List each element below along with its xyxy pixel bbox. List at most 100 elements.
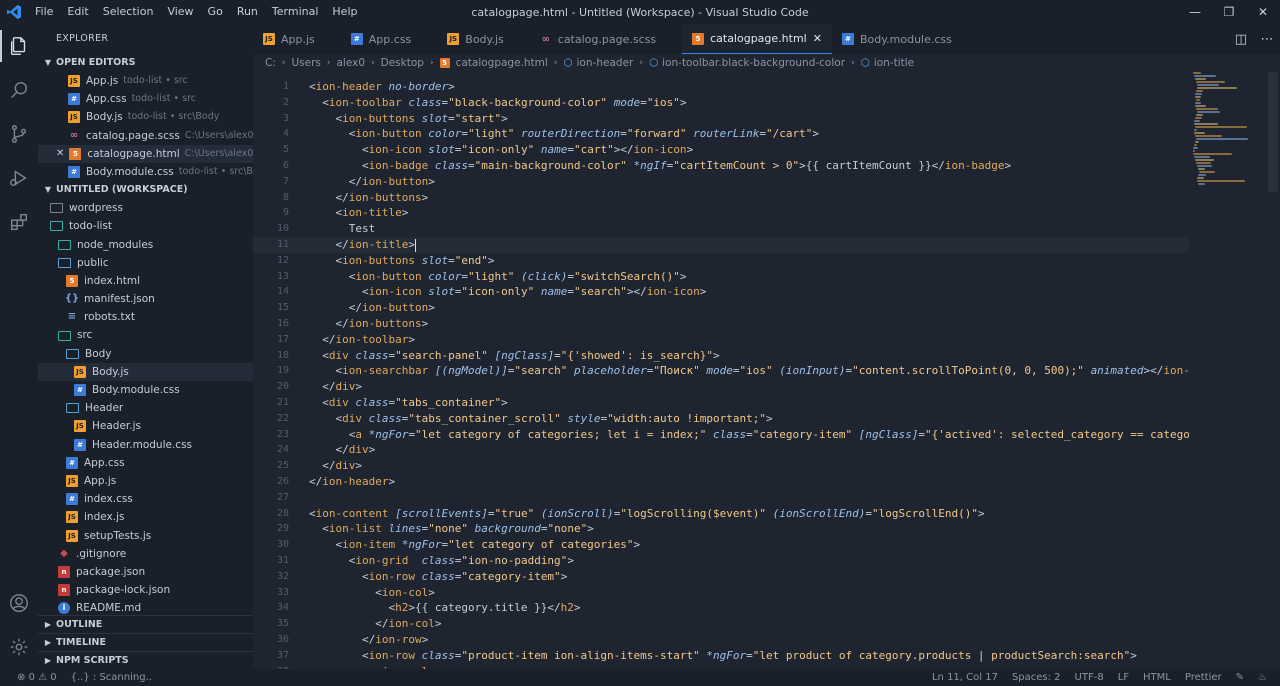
breadcrumb-item[interactable]: ion-header (577, 54, 634, 72)
close-icon[interactable]: ✕ (813, 32, 822, 45)
outline-section[interactable]: ▶ OUTLINE (38, 615, 253, 633)
tree-item[interactable]: # App.css (38, 454, 253, 472)
tree-item[interactable]: 5 index.html (38, 272, 253, 290)
tree-item-label: .gitignore (76, 547, 127, 560)
menu-edit[interactable]: Edit (60, 0, 95, 24)
tab-body-module-css[interactable]: # Body.module.css (832, 24, 978, 54)
settings-gear-icon[interactable] (0, 625, 38, 669)
tree-item[interactable]: node_modules (38, 236, 253, 254)
maximize-icon[interactable]: ❐ (1212, 0, 1246, 24)
menu-view[interactable]: View (160, 0, 200, 24)
tree-item[interactable]: ◆ .gitignore (38, 545, 253, 563)
more-actions-icon[interactable]: ⋯ (1254, 32, 1280, 47)
menu-terminal[interactable]: Terminal (265, 0, 326, 24)
tab-catalogpage-html[interactable]: 5 catalogpage.html ✕ (682, 24, 832, 54)
open-editor-item[interactable]: ∞ catalog.page.scss C:\Users\alex0\... (38, 127, 253, 145)
open-editors-section[interactable]: ▼ OPEN EDITORS (38, 54, 253, 72)
editor-scrollbar[interactable] (1266, 72, 1280, 669)
line-number: 11 (276, 239, 289, 250)
formatter[interactable]: Prettier (1178, 672, 1229, 683)
tab-catalog-page-scss[interactable]: ∞ catalog.page.scss (530, 24, 682, 54)
line-ending[interactable]: LF (1111, 672, 1136, 683)
close-window-icon[interactable]: ✕ (1246, 0, 1280, 24)
timeline-section[interactable]: ▶ TIMELINE (38, 633, 253, 651)
split-editor-icon[interactable]: ◫ (1228, 32, 1254, 47)
tree-item[interactable]: Body (38, 345, 253, 363)
tree-item[interactable]: n package.json (38, 563, 253, 581)
open-editor-item[interactable]: ✕ 5 catalogpage.html C:\Users\alex0\... (38, 144, 253, 163)
source-control-icon[interactable] (0, 112, 38, 156)
minimap-line (1197, 111, 1220, 113)
code-token: < (309, 506, 316, 520)
breadcrumb-item[interactable]: Desktop (381, 54, 424, 72)
npm-scripts-section[interactable]: ▶ NPM SCRIPTS (38, 651, 253, 669)
workspace-section[interactable]: ▼ UNTITLED (WORKSPACE) (38, 181, 253, 199)
tree-item[interactable]: # Body.module.css (38, 381, 253, 399)
code-token: (ionScroll) (540, 506, 614, 520)
notifications-icon[interactable]: ♨ (1251, 672, 1274, 683)
open-editor-item[interactable]: # Body.module.css todo-list • src\Bo... (38, 163, 253, 181)
code-token: ></ (1143, 364, 1164, 378)
open-editor-item[interactable]: # App.css todo-list • src (38, 90, 253, 108)
open-editor-name: App.css (86, 93, 127, 106)
indentation[interactable]: Spaces: 2 (1005, 672, 1068, 683)
run-debug-icon[interactable] (0, 156, 38, 200)
menu-help[interactable]: Help (325, 0, 364, 24)
open-editor-item[interactable]: JS Body.js todo-list • src\Body (38, 108, 253, 126)
tree-item[interactable]: JS Body.js (38, 362, 253, 381)
tree-item[interactable]: {} manifest.json (38, 290, 253, 308)
breadcrumb-item[interactable]: Users (291, 54, 320, 72)
tree-item[interactable]: JS index.js (38, 508, 253, 526)
search-icon[interactable] (0, 68, 38, 112)
menu-file[interactable]: File (28, 0, 60, 24)
tree-item-label: node_modules (77, 238, 154, 251)
tree-item[interactable]: JS App.js (38, 472, 253, 490)
tree-item[interactable]: # index.css (38, 490, 253, 508)
language-mode[interactable]: HTML (1136, 672, 1178, 683)
task-status[interactable]: {..} : Scanning.. (64, 672, 159, 683)
breadcrumb-item[interactable]: catalogpage.html (456, 54, 548, 72)
minimap-line (1197, 177, 1204, 179)
minimize-icon[interactable]: — (1178, 0, 1212, 24)
open-editor-name: catalogpage.html (87, 147, 180, 160)
scrollbar-thumb[interactable] (1268, 72, 1278, 192)
code-text: <ion-grid class="ion-no-padding"> (289, 553, 574, 569)
tab-app-js[interactable]: JS App.js (253, 24, 341, 54)
tree-item[interactable]: wordpress (38, 199, 253, 217)
menu-selection[interactable]: Selection (96, 0, 161, 24)
tree-item[interactable]: # Header.module.css (38, 436, 253, 454)
extensions-icon[interactable] (0, 200, 38, 244)
menu-run[interactable]: Run (230, 0, 265, 24)
tab-body-js[interactable]: JS Body.js (437, 24, 529, 54)
open-editor-item[interactable]: JS App.js todo-list • src (38, 72, 253, 90)
breadcrumb-item[interactable]: ion-title (874, 54, 914, 72)
cursor-position[interactable]: Ln 11, Col 17 (925, 672, 1005, 683)
encoding[interactable]: UTF-8 (1068, 672, 1111, 683)
open-editor-name: Body.module.css (86, 165, 174, 178)
tree-item[interactable]: todo-list (38, 217, 253, 235)
code-token: < (309, 269, 356, 283)
feedback-icon[interactable]: ✎ (1229, 672, 1251, 683)
tree-item[interactable]: JS setupTests.js (38, 527, 253, 545)
breadcrumb-item[interactable]: ion-toolbar.black-background-color (662, 54, 845, 72)
menu-go[interactable]: Go (201, 0, 230, 24)
code-token: >{{ category.title }}</ (408, 601, 561, 615)
code-editor[interactable]: 1 <ion-header no-border> 2 <ion-toolbar cl… (253, 72, 1280, 669)
code-token: < (309, 159, 369, 172)
tree-item[interactable]: src (38, 326, 253, 344)
minimap[interactable] (1193, 72, 1263, 192)
problems-indicator[interactable]: ⊗ 0 ⚠ 0 (10, 672, 64, 683)
tree-item[interactable]: n package-lock.json (38, 581, 253, 599)
breadcrumb-item[interactable]: C: (265, 54, 276, 72)
tab-app-css[interactable]: # App.css (341, 24, 438, 54)
tree-item[interactable]: JS Header.js (38, 417, 253, 435)
tree-item[interactable]: Header (38, 399, 253, 417)
close-icon[interactable]: ✕ (56, 145, 64, 163)
tree-item[interactable]: public (38, 254, 253, 272)
tree-item[interactable]: ≡ robots.txt (38, 308, 253, 326)
breadcrumb-item[interactable]: alex0 (337, 54, 366, 72)
explorer-icon[interactable] (0, 24, 38, 68)
account-icon[interactable] (0, 581, 38, 625)
code-line: 15 </ion-button> (253, 300, 1189, 316)
